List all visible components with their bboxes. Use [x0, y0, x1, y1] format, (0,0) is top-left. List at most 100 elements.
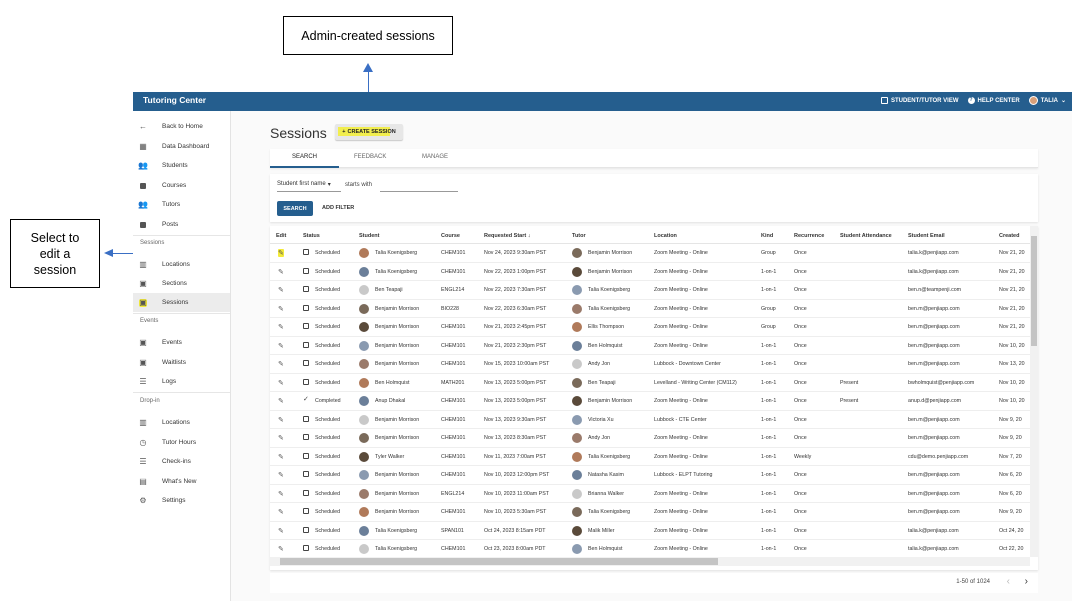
pencil-icon[interactable]: ✎ [278, 342, 284, 350]
col-created[interactable]: Created [999, 233, 1019, 239]
calendar-icon [303, 508, 309, 514]
sidebar-item-whats-new[interactable]: ▤ What's New [133, 472, 230, 491]
col-edit[interactable]: Edit [276, 233, 286, 239]
table-row[interactable]: ✎ Scheduled Benjamin Morrison BIO228 Nov 22,… [270, 300, 1030, 318]
tab-manage[interactable]: MANAGE [422, 154, 448, 160]
sidebar-item-waitlists[interactable]: ▣ Waitlists [133, 353, 230, 372]
sidebar-item-label: Events [162, 339, 182, 346]
table-row[interactable]: ✎ Scheduled Benjamin Morrison CHEM101 Nov 21… [270, 337, 1030, 355]
pencil-icon[interactable]: ✎ [278, 434, 284, 442]
scroll-thumb[interactable] [1031, 236, 1037, 346]
col-recurrence[interactable]: Recurrence [794, 233, 824, 239]
pencil-icon[interactable]: ✎ [278, 490, 284, 498]
clipboard-icon [139, 221, 147, 229]
table-row[interactable]: ✎ Scheduled Talia Koenigsberg CHEM101 Nov 24… [270, 244, 1030, 263]
tab-feedback[interactable]: FEEDBACK [354, 154, 386, 160]
pencil-icon[interactable]: ✎ [278, 249, 284, 257]
col-course[interactable]: Course [441, 233, 460, 239]
search-value-input[interactable] [380, 191, 458, 192]
pencil-icon[interactable]: ✎ [278, 527, 284, 535]
create-session-button[interactable]: + CREATE SESSION [335, 124, 403, 140]
table-row[interactable]: ✎ Scheduled Talia Koenigsberg CHEM101 Nov 22… [270, 263, 1030, 281]
col-kind[interactable]: Kind [761, 233, 773, 239]
col-student[interactable]: Student [359, 233, 379, 239]
col-location[interactable]: Location [654, 233, 677, 239]
sidebar-item-dropin-locations[interactable]: ▥ Locations [133, 413, 230, 432]
pencil-icon[interactable]: ✎ [278, 305, 284, 313]
cell-tutor: Ben Teapaji [588, 379, 616, 386]
table-row[interactable]: ✎ Scheduled Ben Holmquist MATH201 Nov 13, 20… [270, 374, 1030, 392]
help-center-button[interactable]: ? HELP CENTER [967, 97, 1020, 104]
table-row[interactable]: ✎ Scheduled Benjamin Morrison CHEM101 Nov 13… [270, 429, 1030, 448]
table-row[interactable]: ✎ Scheduled Talia Koenigsberg SPAN101 Oct 24… [270, 522, 1030, 540]
user-menu[interactable]: TALIA ⌄ [1028, 96, 1066, 105]
cell-email: talia.k@penjiapp.com [908, 268, 959, 275]
sidebar-item-tutor-hours[interactable]: ◷ Tutor Hours [133, 433, 230, 452]
pencil-icon[interactable]: ✎ [278, 268, 284, 276]
cell-course: CHEM101 [441, 342, 466, 349]
add-filter-button[interactable]: ADD FILTER [322, 205, 354, 211]
arrow-head-up [363, 63, 373, 72]
table-row[interactable]: ✎ Scheduled Tyler Walker CHEM101 Nov 11, 202… [270, 448, 1030, 466]
pencil-icon[interactable]: ✎ [278, 416, 284, 424]
table-row[interactable]: ✎ Scheduled Benjamin Morrison CHEM101 Nov 21… [270, 318, 1030, 337]
sidebar-item-posts[interactable]: Posts [133, 215, 230, 234]
sidebar-item-students[interactable]: 👥 Students [133, 156, 230, 175]
table-row[interactable]: ✎ Scheduled Talia Koenigsberg CHEM101 Oct 23… [270, 540, 1030, 559]
pagination: 1-50 of 1024 ‹ › [270, 573, 1038, 593]
col-tutor[interactable]: Tutor [572, 233, 586, 239]
calendar-icon: ▣ [139, 338, 147, 347]
col-requested-start[interactable]: Requested Start ↓ [484, 233, 530, 239]
pencil-icon[interactable]: ✎ [278, 508, 284, 516]
table-row[interactable]: ✎ Scheduled Benjamin Morrison CHEM101 Nov 13… [270, 411, 1030, 429]
table-row[interactable]: ✎ Scheduled Benjamin Morrison CHEM101 Nov 10… [270, 466, 1030, 485]
chevron-right-icon[interactable]: › [1025, 576, 1028, 587]
sidebar-item-logs[interactable]: ☰ Logs [133, 372, 230, 391]
vertical-scrollbar[interactable] [1030, 226, 1038, 557]
create-session-label: CREATE SESSION [347, 129, 396, 135]
pencil-icon[interactable]: ✎ [278, 323, 284, 331]
sidebar-item-sections[interactable]: ▣ Sections [133, 274, 230, 293]
tab-search[interactable]: SEARCH [292, 154, 317, 160]
sidebar-item-sessions[interactable]: ▣ Sessions [133, 293, 230, 312]
field-select[interactable]: Student first name ▾ [277, 181, 331, 188]
cell-course: CHEM101 [441, 268, 466, 275]
sidebar-item-events[interactable]: ▣ Events [133, 333, 230, 352]
pencil-icon[interactable]: ✎ [278, 286, 284, 294]
sidebar-item-courses[interactable]: Courses [133, 176, 230, 195]
cell-course: CHEM101 [441, 416, 466, 423]
cell-student: Benjamin Morrison [375, 509, 420, 515]
table-row[interactable]: ✎ Scheduled Ben Teapaji ENGL214 Nov 22, 2023… [270, 281, 1030, 300]
horizontal-scrollbar[interactable] [270, 557, 1030, 566]
sidebar-item-back[interactable]: ← Back to Home [133, 117, 230, 136]
table-row[interactable]: ✎ Scheduled Benjamin Morrison CHEM101 Nov 15… [270, 355, 1030, 374]
search-button[interactable]: SEARCH [277, 201, 313, 216]
pencil-icon[interactable]: ✎ [278, 397, 284, 405]
col-status[interactable]: Status [303, 233, 320, 239]
sidebar-item-tutors[interactable]: 👥 Tutors [133, 195, 230, 214]
sidebar-item-settings[interactable]: ⚙ Settings [133, 491, 230, 510]
cell-requested-start: Nov 21, 2023 2:45pm PST [484, 324, 547, 330]
pencil-icon[interactable]: ✎ [278, 471, 284, 479]
sidebar-item-locations[interactable]: ▥ Locations [133, 255, 230, 274]
pencil-icon[interactable]: ✎ [278, 453, 284, 461]
cell-email: ben.m@penjiapp.com [908, 490, 960, 497]
table-row[interactable]: ✎ ✓ Completed Anup Dhakal CHEM101 Nov 13, 202… [270, 392, 1030, 411]
cell-tutor: Natasha Kasim [588, 472, 624, 478]
sidebar-item-check-ins[interactable]: ☰ Check-ins [133, 452, 230, 471]
col-student-attendance[interactable]: Student Attendance [840, 233, 892, 239]
cell-location: Zoom Meeting - Online [654, 342, 708, 349]
sidebar-item-data-dashboard[interactable]: ▦ Data Dashboard [133, 137, 230, 156]
scroll-thumb[interactable] [280, 558, 718, 565]
pencil-icon[interactable]: ✎ [278, 545, 284, 553]
cell-created: Nov 21, 20 [999, 287, 1025, 293]
table-row[interactable]: ✎ Scheduled Benjamin Morrison ENGL214 Nov 10… [270, 485, 1030, 503]
col-student-email[interactable]: Student Email [908, 233, 945, 239]
cell-email: ben.m@penjiapp.com [908, 324, 960, 330]
student-view-button[interactable]: STUDENT/TUTOR VIEW [880, 97, 959, 104]
pencil-icon[interactable]: ✎ [278, 360, 284, 368]
chevron-left-icon[interactable]: ‹ [1007, 576, 1010, 587]
table-row[interactable]: ✎ Scheduled Benjamin Morrison CHEM101 Nov 10… [270, 503, 1030, 522]
pencil-icon[interactable]: ✎ [278, 379, 284, 387]
avatar [359, 451, 369, 462]
